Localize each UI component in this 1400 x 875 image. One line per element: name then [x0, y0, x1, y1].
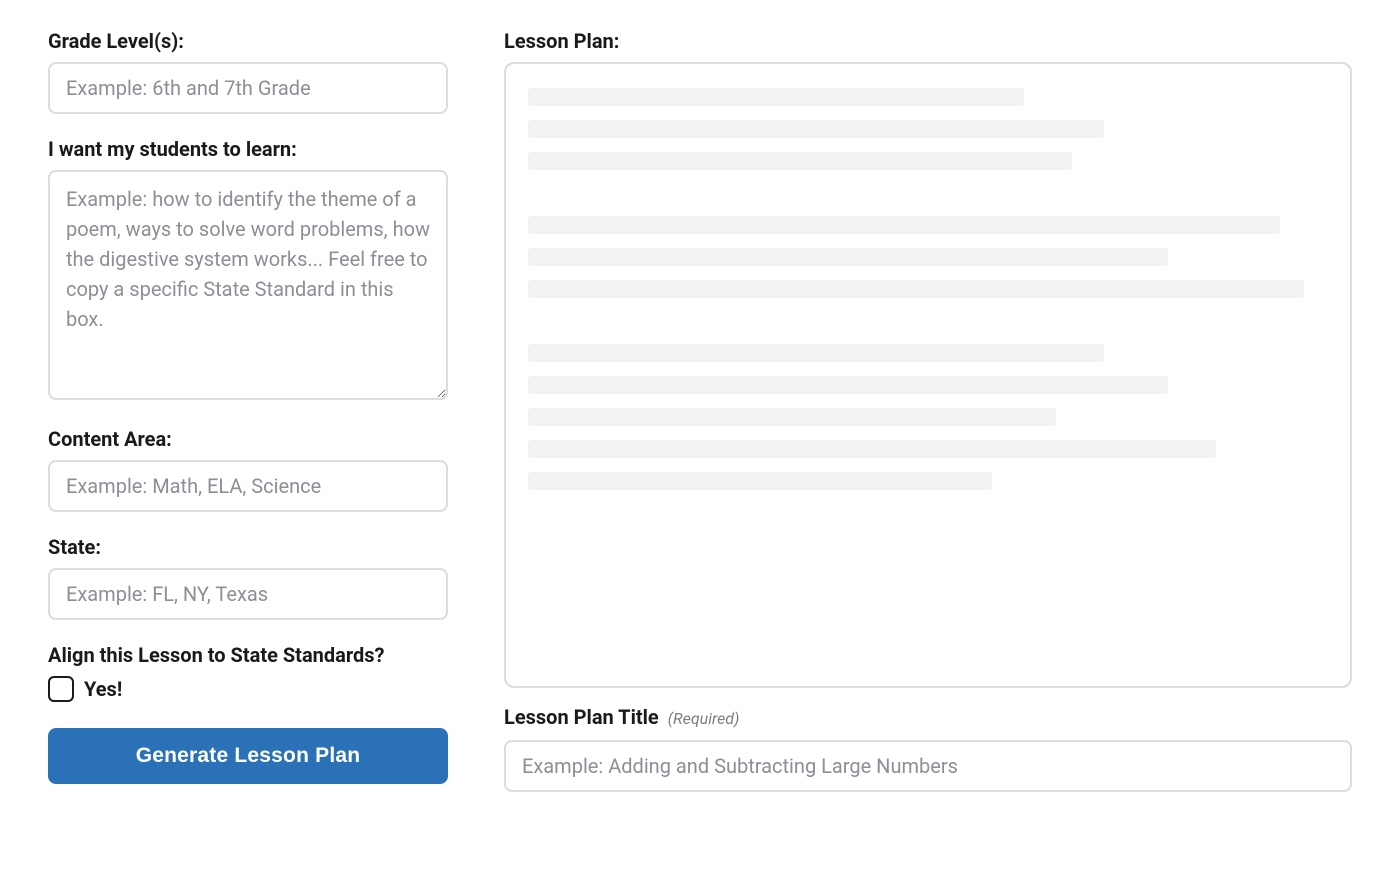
skeleton-line: [528, 344, 1104, 362]
lesson-title-required-hint: (Required): [668, 709, 740, 728]
skeleton-line: [528, 216, 1280, 234]
align-standards-checkbox[interactable]: [48, 676, 74, 702]
grade-level-label: Grade Level(s):: [48, 28, 448, 54]
lesson-title-label-row: Lesson Plan Title (Required): [504, 704, 1352, 730]
align-standards-field-group: Align this Lesson to State Standards? Ye…: [48, 642, 448, 702]
lesson-title-input[interactable]: [504, 740, 1352, 792]
lesson-output-column: Lesson Plan: Lesson Plan Title (Required…: [504, 28, 1352, 792]
lesson-title-field-group: Lesson Plan Title (Required): [504, 704, 1352, 792]
skeleton-line: [528, 152, 1072, 170]
state-field-group: State:: [48, 534, 448, 620]
lesson-plan-output: [504, 62, 1352, 688]
skeleton-gap: [528, 312, 1328, 344]
state-label: State:: [48, 534, 448, 560]
skeleton-gap: [528, 184, 1328, 216]
align-standards-label: Align this Lesson to State Standards?: [48, 642, 448, 668]
skeleton-line: [528, 280, 1304, 298]
state-input[interactable]: [48, 568, 448, 620]
content-area-label: Content Area:: [48, 426, 448, 452]
skeleton-line: [528, 472, 992, 490]
learn-label: I want my students to learn:: [48, 136, 448, 162]
grade-level-input[interactable]: [48, 62, 448, 114]
learn-field-group: I want my students to learn:: [48, 136, 448, 404]
lesson-form: Grade Level(s): I want my students to le…: [48, 28, 448, 784]
lesson-plan-heading: Lesson Plan:: [504, 28, 1352, 54]
skeleton-line: [528, 88, 1024, 106]
skeleton-line: [528, 120, 1104, 138]
skeleton-line: [528, 408, 1056, 426]
skeleton-line: [528, 376, 1168, 394]
generate-lesson-plan-button[interactable]: Generate Lesson Plan: [48, 728, 448, 784]
lesson-title-label: Lesson Plan Title: [504, 705, 659, 729]
skeleton-line: [528, 440, 1216, 458]
grade-level-field-group: Grade Level(s):: [48, 28, 448, 114]
content-area-input[interactable]: [48, 460, 448, 512]
content-area-field-group: Content Area:: [48, 426, 448, 512]
skeleton-line: [528, 248, 1168, 266]
align-standards-checkbox-label: Yes!: [84, 677, 122, 701]
learn-textarea[interactable]: [48, 170, 448, 400]
